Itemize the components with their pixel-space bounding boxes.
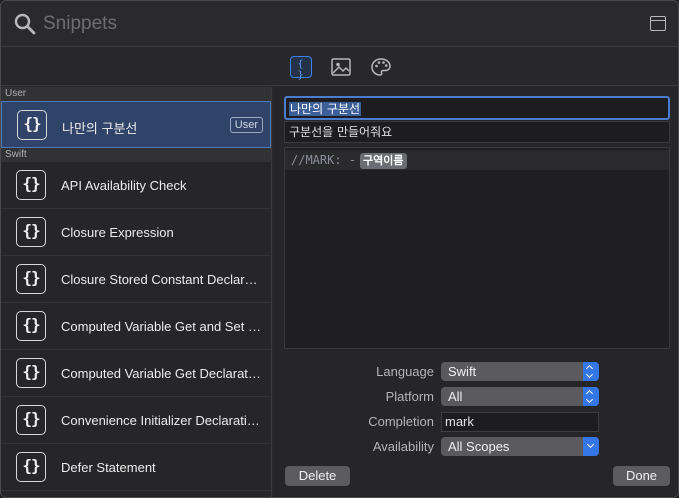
section-header-swift: Swift — [1, 148, 271, 162]
language-select[interactable]: Swift — [441, 362, 599, 381]
braces-icon: {} — [16, 264, 46, 294]
list-item[interactable]: {} API Availability Check — [1, 162, 271, 209]
search-bar — [1, 1, 678, 47]
platform-label: Platform — [385, 389, 434, 404]
braces-icon: {} — [17, 110, 47, 140]
list-item[interactable]: {} Convenience Initializer Declaration — [1, 397, 271, 444]
user-badge: User — [229, 117, 263, 133]
list-item[interactable]: {} Closure Expression — [1, 209, 271, 256]
chevron-down-icon — [583, 437, 599, 456]
snippet-title-text: 나만의 구분선 — [289, 102, 362, 116]
search-icon — [14, 13, 36, 35]
language-label: Language — [376, 364, 434, 379]
braces-icon: {} — [16, 311, 46, 341]
list-item-title: 나만의 구분선 — [62, 121, 138, 136]
delete-button[interactable]: Delete — [285, 466, 350, 486]
code-line: //MARK: - 구역이름 — [285, 150, 669, 170]
snippet-summary-field[interactable]: 구분선을 만들어줘요 — [284, 121, 670, 143]
completion-field[interactable]: mark — [441, 412, 599, 432]
braces-icon: {} — [16, 405, 46, 435]
up-down-chevron-icon — [583, 362, 599, 381]
search-input[interactable] — [43, 11, 603, 37]
snippet-detail-panel: 나만의 구분선 구분선을 만들어줘요 //MARK: - 구역이름 Languag… — [273, 87, 678, 497]
list-item-title: Closure Stored Constant Declaration — [61, 272, 261, 287]
list-item[interactable]: {} Computed Variable Get Declaration — [1, 350, 271, 397]
list-item-title: Computed Variable Get and Set Declaratio… — [61, 319, 261, 334]
snippet-title-field[interactable]: 나만의 구분선 — [284, 96, 670, 120]
code-snippets-tab[interactable]: { } — [290, 56, 312, 81]
code-comment: //MARK: - — [291, 153, 357, 167]
platform-value: All — [448, 389, 463, 404]
section-header-user: User — [1, 87, 271, 101]
sidebar-toggle-icon[interactable] — [650, 16, 666, 31]
availability-value: All Scopes — [448, 439, 510, 454]
list-item-user-snippet[interactable]: {} 나만의 구분선 User — [1, 101, 271, 148]
snippet-code-editor[interactable]: //MARK: - 구역이름 — [284, 147, 670, 349]
list-item-title: Convenience Initializer Declaration — [61, 413, 261, 428]
braces-icon: {} — [16, 217, 46, 247]
snippet-list: User {} 나만의 구분선 User Swift {} API Availa… — [1, 87, 272, 497]
list-item-title: Defer Statement — [61, 460, 156, 475]
availability-label: Availability — [372, 439, 434, 454]
completion-label: Completion — [368, 414, 434, 429]
placeholder-token[interactable]: 구역이름 — [360, 153, 407, 169]
language-value: Swift — [448, 364, 477, 379]
braces-icon: {} — [16, 170, 46, 200]
list-item-title: Closure Expression — [61, 225, 174, 240]
up-down-chevron-icon — [583, 387, 599, 406]
list-item[interactable]: {} Defer Statement — [1, 444, 271, 491]
list-item[interactable]: {} Closure Stored Constant Declaration — [1, 256, 271, 303]
media-library-tab[interactable] — [330, 56, 352, 78]
library-tab-bar: { } — [1, 48, 678, 86]
list-item-title: Computed Variable Get Declaration — [61, 366, 261, 381]
braces-icon: { } — [297, 59, 305, 81]
availability-select[interactable]: All Scopes — [441, 437, 599, 456]
done-button[interactable]: Done — [613, 466, 670, 486]
list-item-title: API Availability Check — [61, 178, 187, 193]
color-palette-tab[interactable] — [370, 56, 392, 78]
platform-select[interactable]: All — [441, 387, 599, 406]
braces-icon: {} — [16, 452, 46, 482]
braces-icon: {} — [16, 358, 46, 388]
snippets-library-window: { } User {} 나만의 구분선 User Swift {} API Av… — [0, 0, 679, 498]
list-item[interactable]: {} Computed Variable Get and Set Declara… — [1, 303, 271, 350]
